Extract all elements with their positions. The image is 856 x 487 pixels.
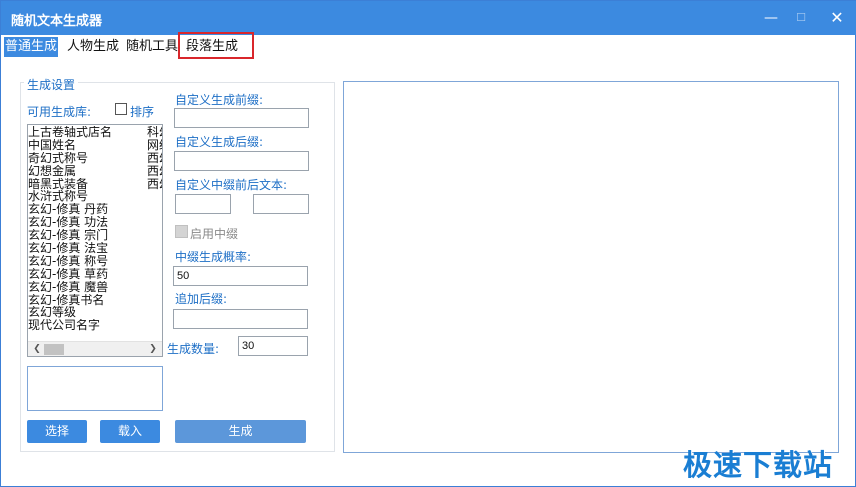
middle-before-input[interactable] <box>175 194 231 214</box>
library-listbox[interactable]: 上古卷轴式店名 中国姓名 奇幻式称号 幻想金属 暗黑式装备 水浒式称号 玄幻-修… <box>27 124 163 357</box>
selection-preview-box[interactable] <box>27 366 163 411</box>
sort-label: 排序 <box>130 105 155 119</box>
highlight-box <box>178 32 254 59</box>
select-button[interactable]: 选择 <box>27 420 87 443</box>
library-label: 可用生成库: <box>27 105 92 119</box>
list-item[interactable]: 奇幻式称号 <box>28 152 146 165</box>
scrollbar-thumb[interactable] <box>44 344 64 355</box>
settings-group-title: 生成设置 <box>24 76 79 93</box>
list-item[interactable]: 上古卷轴式店名 <box>28 126 146 139</box>
window-title: 随机文本生成器 <box>11 14 103 29</box>
app-window: 随机文本生成器 — ☐ ✕ 普通生成 人物生成 随机工具 段落生成 生成设置 可… <box>0 0 856 487</box>
middle-prob-label: 中缀生成概率: <box>175 250 252 264</box>
list-item[interactable]: 玄幻-修真书名 <box>28 294 146 307</box>
list-item[interactable]: 水浒式称号 <box>28 190 146 203</box>
library-list-col2: 科幻 网络 西幻 西幻 西幻 <box>147 126 162 191</box>
watermark-logo: 极速下载站 <box>683 448 834 482</box>
scroll-right-icon[interactable]: ❯ <box>146 343 160 355</box>
list-item[interactable]: 玄幻-修真 魔兽 <box>28 281 146 294</box>
append-suffix-label: 追加后缀: <box>175 292 228 306</box>
library-list-col1: 上古卷轴式店名 中国姓名 奇幻式称号 幻想金属 暗黑式装备 水浒式称号 玄幻-修… <box>28 126 146 332</box>
middle-prob-input[interactable] <box>173 266 308 286</box>
list-item[interactable]: 玄幻-修真 丹药 <box>28 203 146 216</box>
suffix-input[interactable] <box>174 151 309 171</box>
list-item[interactable]: 现代公司名字 <box>28 319 146 332</box>
tab-bar: 普通生成 人物生成 随机工具 段落生成 <box>1 35 856 57</box>
list-item[interactable]: 玄幻-修真 草药 <box>28 268 146 281</box>
count-label: 生成数量: <box>167 342 220 356</box>
generate-button[interactable]: 生成 <box>175 420 306 443</box>
prefix-input[interactable] <box>174 108 309 128</box>
enable-middle-checkbox[interactable] <box>175 225 188 238</box>
append-suffix-input[interactable] <box>173 309 308 329</box>
suffix-label: 自定义生成后缀: <box>175 135 264 149</box>
output-textarea[interactable] <box>343 81 839 453</box>
list-item[interactable]: 网络 <box>147 139 162 152</box>
enable-middle-label: 启用中缀 <box>190 227 239 241</box>
list-item[interactable]: 暗黑式装备 <box>28 178 146 191</box>
prefix-label: 自定义生成前缀: <box>175 93 264 107</box>
minimize-button[interactable]: — <box>760 7 782 29</box>
middle-after-input[interactable] <box>253 194 309 214</box>
list-item[interactable]: 玄幻等级 <box>28 306 146 319</box>
list-item[interactable]: 玄幻-修真 法宝 <box>28 242 146 255</box>
list-item[interactable]: 玄幻-修真 功法 <box>28 216 146 229</box>
list-item[interactable]: 中国姓名 <box>28 139 146 152</box>
title-bar[interactable]: 随机文本生成器 — ☐ ✕ <box>1 1 856 35</box>
load-button[interactable]: 载入 <box>100 420 160 443</box>
sort-checkbox[interactable] <box>115 103 127 115</box>
tab-character-generate[interactable]: 人物生成 <box>66 37 120 57</box>
list-item[interactable]: 西幻 <box>147 178 162 191</box>
close-button[interactable]: ✕ <box>826 7 848 29</box>
list-item[interactable]: 西幻 <box>147 165 162 178</box>
list-item[interactable]: 玄幻-修真 称号 <box>28 255 146 268</box>
tab-random-tools[interactable]: 随机工具 <box>125 37 179 57</box>
list-item[interactable]: 玄幻-修真 宗门 <box>28 229 146 242</box>
tab-normal-generate[interactable]: 普通生成 <box>4 37 59 57</box>
list-item[interactable]: 西幻 <box>147 152 162 165</box>
maximize-button[interactable]: ☐ <box>790 7 812 29</box>
list-item[interactable]: 幻想金属 <box>28 165 146 178</box>
horizontal-scrollbar[interactable]: ❮ ❯ <box>28 341 162 356</box>
scroll-left-icon[interactable]: ❮ <box>30 343 44 355</box>
count-input[interactable] <box>238 336 308 356</box>
list-item[interactable]: 科幻 <box>147 126 162 139</box>
middle-text-label: 自定义中缀前后文本: <box>175 178 288 192</box>
